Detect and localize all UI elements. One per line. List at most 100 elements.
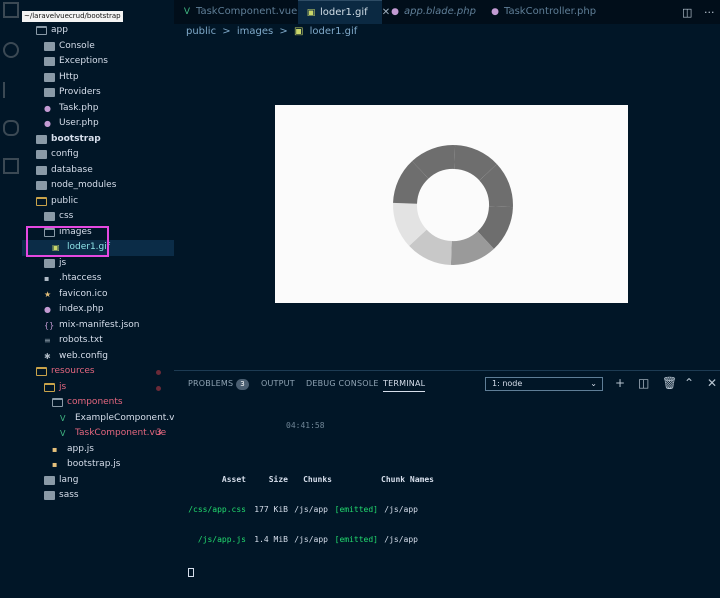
folder-open-icon	[36, 196, 47, 206]
tree-item-label: Exceptions	[59, 56, 108, 66]
image-icon: ▣	[306, 8, 316, 18]
files-icon[interactable]	[3, 2, 19, 18]
tree-item[interactable]: app	[22, 23, 174, 39]
extensions-icon[interactable]	[3, 158, 19, 174]
folder-icon	[44, 258, 55, 268]
more-actions-icon[interactable]: ···	[704, 6, 715, 19]
tree-item[interactable]: ▪ bootstrap.js	[22, 457, 174, 473]
vue-icon: V	[60, 413, 66, 423]
folder-icon	[36, 181, 47, 190]
tree-item[interactable]: js	[22, 380, 174, 396]
folder-open-icon	[44, 227, 55, 237]
tab-terminal[interactable]: TERMINAL	[383, 377, 426, 392]
tree-item[interactable]: Console	[22, 39, 174, 55]
tree-item-label: resources	[51, 366, 95, 376]
tree-item-label: node_modules	[51, 180, 117, 190]
tree-item-label: bootstrap	[51, 133, 101, 144]
tree-item-label: lang	[59, 474, 79, 485]
close-panel-icon[interactable]: ✕	[707, 376, 717, 390]
tree-item[interactable]: lang	[22, 473, 174, 489]
tab-taskcomponent[interactable]: V TaskComponent.vue	[182, 0, 297, 24]
search-icon[interactable]	[3, 42, 19, 58]
activity-bar	[0, 0, 22, 502]
folder-icon	[36, 165, 47, 175]
tree-item[interactable]: ▪ app.js	[22, 442, 174, 458]
terminal-cursor	[188, 568, 434, 578]
tree-item[interactable]: Exceptions	[22, 54, 174, 70]
maximize-panel-icon[interactable]: ⌃	[684, 376, 694, 390]
tree-item[interactable]: config	[22, 147, 174, 163]
tab-problems[interactable]: PROBLEMS 3	[188, 377, 249, 391]
tree-item[interactable]: public	[22, 194, 174, 210]
tree-item-label: index.php	[59, 304, 104, 314]
tab-loder1[interactable]: ▣ loder1.gif ✕	[298, 0, 390, 24]
terminal-header-row: Asset Size Chunks Chunk Names	[221, 475, 434, 484]
breadcrumb-file[interactable]: loder1.gif	[310, 26, 358, 37]
tab-output[interactable]: OUTPUT	[261, 377, 295, 391]
terminal-output[interactable]: 04:41:58 Asset Size Chunks Chunk Names /css…	[188, 401, 434, 598]
tree-item-label: .htaccess	[59, 273, 102, 283]
tree-item[interactable]: bootstrap	[22, 132, 174, 148]
folder-icon	[44, 491, 55, 500]
star-icon: ★	[44, 289, 52, 299]
tree-item[interactable]: ✱ web.config	[22, 349, 174, 365]
tab-app-blade[interactable]: ● app.blade.php	[390, 0, 476, 24]
tree-item-label: sass	[59, 490, 79, 500]
tree-item[interactable]: Http	[22, 70, 174, 86]
tree-item[interactable]: Providers	[22, 85, 174, 101]
tree-item[interactable]: {} mix-manifest.json	[22, 318, 174, 334]
modified-dot	[156, 385, 161, 391]
folder-icon	[44, 72, 55, 82]
tree-item-label: mix-manifest.json	[59, 319, 140, 330]
split-terminal-icon[interactable]: ◫	[638, 376, 649, 390]
tree-item[interactable]: resources	[22, 364, 174, 380]
tab-taskcontroller[interactable]: ● TaskController.php	[490, 0, 596, 24]
debug-icon[interactable]	[3, 120, 19, 136]
tree-item[interactable]: sass	[22, 488, 174, 502]
tree-item-label: css	[59, 211, 74, 221]
tree-item[interactable]: ● index.php	[22, 302, 174, 318]
folder-icon	[36, 134, 47, 144]
php-icon: ●	[491, 7, 499, 17]
tree-item-label: Console	[59, 40, 95, 51]
tree-item[interactable]: V ExampleComponent.vue	[22, 411, 174, 427]
tree-item[interactable]: components	[22, 395, 174, 411]
tree-item-label: config	[51, 149, 79, 159]
tree-item-label: app.js	[67, 443, 94, 454]
tree-item[interactable]: ≡ robots.txt	[22, 333, 174, 349]
terminal-select[interactable]: 1: node ⌄	[485, 377, 603, 391]
image-preview	[275, 105, 628, 303]
tree-item[interactable]: ▪ .htaccess	[22, 271, 174, 287]
source-control-icon[interactable]	[3, 82, 19, 98]
split-editor-icon[interactable]: ◫	[682, 6, 692, 19]
tree-item-label: Task.php	[59, 102, 99, 113]
php-icon: ●	[44, 103, 51, 113]
text-icon: ≡	[44, 336, 51, 345]
tree-item-label: images	[59, 226, 92, 237]
tree-item[interactable]: database	[22, 163, 174, 179]
breadcrumb-separator: >	[222, 26, 231, 37]
kill-terminal-icon[interactable]: 🗑	[662, 376, 677, 390]
tab-debug-console[interactable]: DEBUG CONSOLE	[306, 377, 379, 391]
file-icon: ▪	[44, 274, 50, 283]
breadcrumb-public[interactable]: public	[186, 26, 216, 37]
close-icon[interactable]: ✕	[382, 7, 390, 18]
tree-item-label: database	[51, 164, 93, 175]
add-terminal-icon[interactable]: +	[615, 376, 625, 390]
image-icon: ▣	[293, 26, 304, 37]
tree-item[interactable]: node_modules	[22, 178, 174, 194]
tree-item[interactable]: ★ favicon.ico	[22, 287, 174, 303]
tree-item[interactable]: css	[22, 209, 174, 225]
tree-item-label: app	[51, 25, 68, 35]
folder-icon	[44, 212, 55, 221]
tree-item[interactable]: ● Task.php	[22, 101, 174, 117]
tree-item[interactable]: ▣ loder1.gif	[22, 240, 174, 256]
tree-item-label: components	[67, 397, 123, 407]
breadcrumb-images[interactable]: images	[237, 26, 273, 37]
tree-item[interactable]: ● User.php	[22, 116, 174, 132]
tree-item[interactable]: js	[22, 256, 174, 272]
tree-item-label: web.config	[59, 350, 109, 361]
tree-item[interactable]: images	[22, 225, 174, 241]
vue-icon: V	[60, 429, 66, 438]
tree-item[interactable]: V TaskComponent.vue 3	[22, 426, 174, 442]
